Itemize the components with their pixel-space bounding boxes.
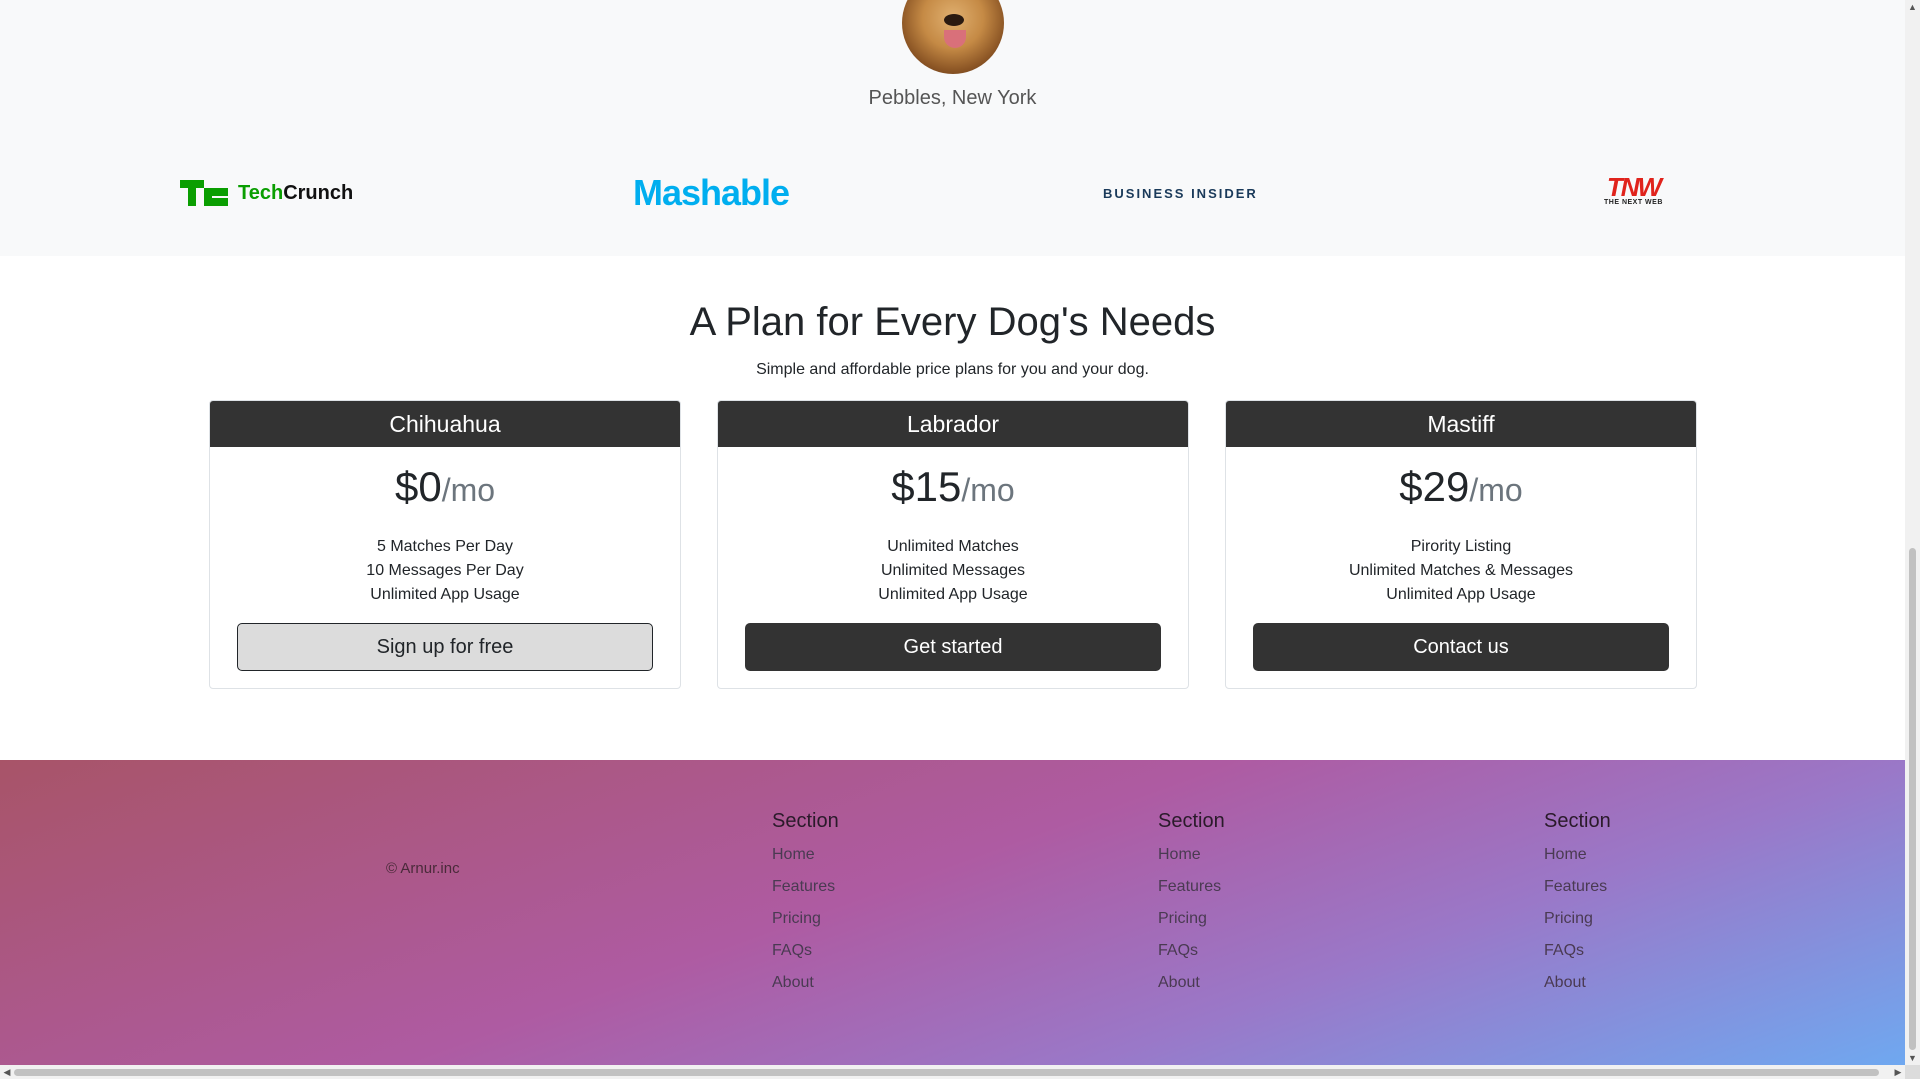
footer: © Arnur.inc Section Home Features Pricin…: [0, 760, 1905, 1065]
get-started-button[interactable]: Get started: [745, 623, 1161, 671]
footer-column-heading: Section: [772, 810, 839, 832]
dog-tongue: [944, 30, 966, 48]
pricing-title: A Plan for Every Dog's Needs: [689, 300, 1216, 344]
price-period: /mo: [1469, 472, 1523, 508]
business-insider-logo: BUSINESS INSIDER: [1103, 185, 1258, 201]
footer-column-heading: Section: [1158, 810, 1225, 832]
footer-link-pricing[interactable]: Pricing: [1158, 903, 1225, 935]
tnw-wordmark: TNW: [1606, 172, 1662, 202]
footer-link-pricing[interactable]: Pricing: [772, 903, 839, 935]
footer-column: Section Home Features Pricing FAQs About: [1544, 810, 1611, 999]
page: Pebbles, New York TechCrunch Mashable BU…: [0, 0, 1905, 1065]
mashable-logo: Mashable: [633, 172, 790, 213]
price-amount: $15: [891, 463, 962, 510]
price-amount: $0: [394, 463, 442, 510]
plan-card-labrador: Labrador $15/mo Unlimited Matches Unlimi…: [717, 400, 1189, 689]
footer-link-faqs[interactable]: FAQs: [1158, 935, 1225, 967]
plan-feature: Unlimited App Usage: [878, 586, 1028, 603]
price-period: /mo: [441, 472, 496, 508]
scroll-left-icon[interactable]: ◀: [0, 1065, 14, 1079]
techcrunch-wordmark: TechCrunch: [238, 181, 354, 204]
plan-feature: Unlimited Matches & Messages: [1348, 562, 1574, 579]
vertical-scrollbar[interactable]: ▲ ▼: [1905, 0, 1920, 1065]
vertical-scroll-thumb[interactable]: [1909, 548, 1916, 1050]
footer-column-heading: Section: [1544, 810, 1611, 832]
price-amount: $29: [1399, 463, 1470, 510]
footer-link-pricing[interactable]: Pricing: [1544, 903, 1611, 935]
scroll-right-icon[interactable]: ▶: [1891, 1065, 1905, 1079]
footer-column: Section Home Features Pricing FAQs About: [772, 810, 839, 999]
plan-features: 5 Matches Per Day 10 Messages Per Day Un…: [210, 535, 680, 607]
footer-link-features[interactable]: Features: [1158, 871, 1225, 903]
copyright: © Arnur.inc: [386, 860, 460, 877]
plan-feature: Unlimited App Usage: [1386, 586, 1536, 603]
plan-feature: Unlimited Messages: [880, 562, 1026, 579]
scroll-up-icon[interactable]: ▲: [1905, 0, 1920, 14]
horizontal-scrollbar[interactable]: ◀ ▶: [0, 1065, 1905, 1079]
plan-feature: Unlimited Matches: [887, 538, 1019, 555]
plan-price: $29/mo: [1226, 463, 1696, 513]
plan-price: $15/mo: [718, 463, 1188, 513]
techcrunch-logo: TechCrunch: [180, 175, 353, 211]
plan-card-mastiff: Mastiff $29/mo Pirority Listing Unlimite…: [1225, 400, 1697, 689]
pricing-subtitle: Simple and affordable price plans for yo…: [756, 361, 1149, 378]
tnw-logo: TNW THE NEXT WEB: [1604, 172, 1663, 211]
price-period: /mo: [961, 472, 1015, 508]
plan-card-chihuahua: Chihuahua $0/mo 5 Matches Per Day 10 Mes…: [209, 400, 681, 689]
plan-feature: 5 Matches Per Day: [376, 538, 514, 555]
plan-feature: Pirority Listing: [1410, 538, 1512, 555]
footer-link-home[interactable]: Home: [1158, 839, 1225, 871]
footer-link-home[interactable]: Home: [772, 839, 839, 871]
footer-link-about[interactable]: About: [772, 967, 839, 999]
footer-link-features[interactable]: Features: [772, 871, 839, 903]
tnw-subtext: THE NEXT WEB: [1604, 199, 1663, 206]
footer-link-about[interactable]: About: [1158, 967, 1225, 999]
footer-link-home[interactable]: Home: [1544, 839, 1611, 871]
footer-link-features[interactable]: Features: [1544, 871, 1611, 903]
testimonial-author: Pebbles, New York: [868, 87, 1037, 109]
plan-features: Unlimited Matches Unlimited Messages Unl…: [718, 535, 1188, 607]
techcrunch-mark-icon: [180, 180, 228, 206]
sign-up-free-button[interactable]: Sign up for free: [237, 623, 653, 671]
plan-feature: 10 Messages Per Day: [366, 562, 524, 579]
plan-name: Mastiff: [1226, 401, 1696, 447]
testimonial-section: Pebbles, New York TechCrunch Mashable BU…: [0, 0, 1905, 256]
plan-name: Labrador: [718, 401, 1188, 447]
plan-feature: Unlimited App Usage: [370, 586, 520, 603]
scrollbar-corner: [1905, 1065, 1920, 1079]
footer-link-faqs[interactable]: FAQs: [772, 935, 839, 967]
footer-link-about[interactable]: About: [1544, 967, 1611, 999]
plan-price: $0/mo: [210, 463, 680, 513]
horizontal-scroll-thumb[interactable]: [14, 1069, 1879, 1076]
footer-column: Section Home Features Pricing FAQs About: [1158, 810, 1225, 999]
plan-name: Chihuahua: [210, 401, 680, 447]
scroll-down-icon[interactable]: ▼: [1905, 1051, 1920, 1065]
footer-link-faqs[interactable]: FAQs: [1544, 935, 1611, 967]
contact-us-button[interactable]: Contact us: [1253, 623, 1669, 671]
dog-avatar: [902, 0, 1004, 74]
dog-nose: [944, 14, 964, 26]
plan-features: Pirority Listing Unlimited Matches & Mes…: [1226, 535, 1696, 607]
